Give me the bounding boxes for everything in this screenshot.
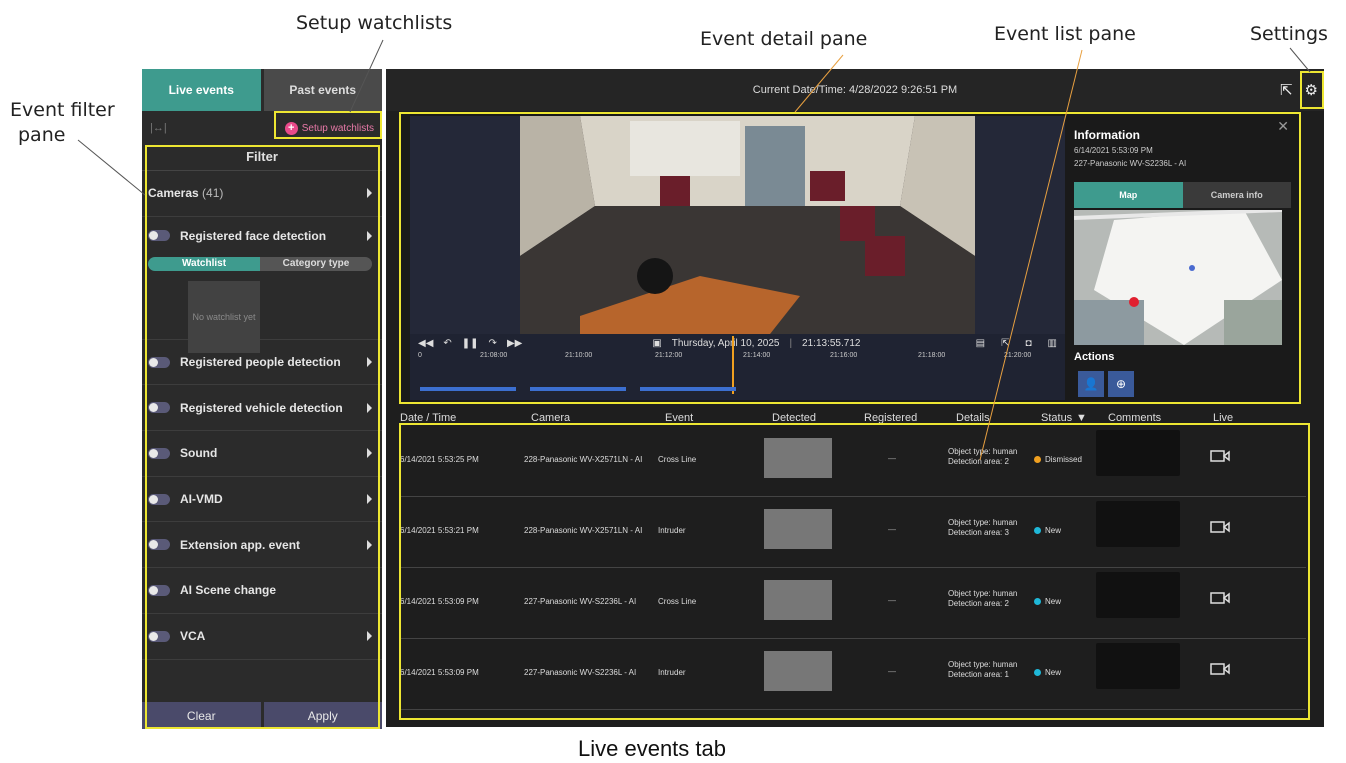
callout-leader-lines xyxy=(77,39,1311,461)
